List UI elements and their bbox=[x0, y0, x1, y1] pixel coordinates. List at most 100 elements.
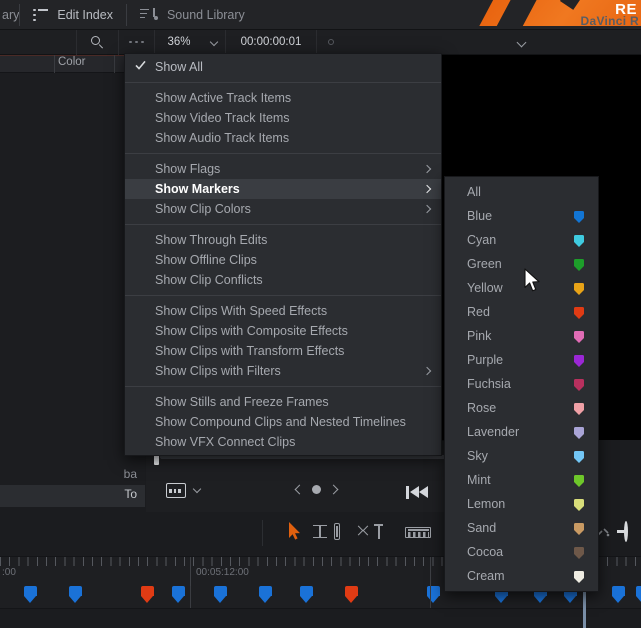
skip-to-start-icon[interactable] bbox=[406, 486, 428, 499]
timeline-marker[interactable] bbox=[24, 586, 37, 603]
submenu-item-label: Sand bbox=[467, 521, 497, 535]
menu-item-show-video-track-items[interactable]: Show Video Track Items bbox=[125, 108, 441, 128]
menu-item-show-markers[interactable]: Show Markers bbox=[125, 179, 441, 199]
timeline-track-area[interactable] bbox=[0, 608, 641, 628]
timeline-marker[interactable] bbox=[427, 586, 440, 603]
submenu-item-label: All bbox=[467, 185, 481, 199]
menu-item-show-offline-clips[interactable]: Show Offline Clips bbox=[125, 250, 441, 270]
submenu-item-label: Green bbox=[467, 257, 502, 271]
flag-tool[interactable] bbox=[617, 521, 628, 545]
brand-subtitle: DaVinci R bbox=[580, 14, 639, 28]
sound-library-icon bbox=[139, 7, 158, 22]
search-button[interactable] bbox=[77, 30, 118, 55]
column-header-color[interactable]: Color bbox=[58, 56, 85, 68]
submenu-item-yellow[interactable]: Yellow bbox=[445, 276, 598, 300]
submenu-item-sand[interactable]: Sand bbox=[445, 516, 598, 540]
edit-index-cell-2: To bbox=[124, 487, 137, 501]
timeline-marker[interactable] bbox=[214, 586, 227, 603]
menu-item-show-clip-conflicts[interactable]: Show Clip Conflicts bbox=[125, 270, 441, 290]
more-options-button[interactable] bbox=[119, 30, 154, 55]
previous-icon[interactable] bbox=[294, 484, 305, 495]
menu-item-show-flags[interactable]: Show Flags bbox=[125, 159, 441, 179]
circle-icon bbox=[328, 39, 334, 45]
submenu-item-lemon[interactable]: Lemon bbox=[445, 492, 598, 516]
marker-color-swatch-pink bbox=[574, 331, 584, 343]
checkmark-icon bbox=[135, 60, 146, 71]
submenu-item-label: Red bbox=[467, 305, 490, 319]
timeline-marker[interactable] bbox=[141, 586, 154, 603]
zoom-level-dropdown[interactable] bbox=[203, 30, 225, 55]
zoom-level-display[interactable]: 36% bbox=[155, 30, 203, 55]
more-options-icon bbox=[129, 40, 144, 44]
timecode-field[interactable]: 00:00:00:01 bbox=[226, 30, 316, 55]
chevron-down-icon bbox=[516, 37, 526, 47]
sound-library-button[interactable]: Sound Library bbox=[127, 0, 258, 29]
submenu-item-all[interactable]: All bbox=[445, 180, 598, 204]
menu-item-show-clip-colors[interactable]: Show Clip Colors bbox=[125, 199, 441, 219]
menu-item-show-clips-with-transform-effects[interactable]: Show Clips with Transform Effects bbox=[125, 341, 441, 361]
submenu-item-pink[interactable]: Pink bbox=[445, 324, 598, 348]
menu-item-label: Show Audio Track Items bbox=[155, 131, 290, 145]
record-dot-icon[interactable] bbox=[312, 485, 321, 494]
chevron-right-icon bbox=[422, 204, 432, 213]
submenu-item-mint[interactable]: Mint bbox=[445, 468, 598, 492]
menu-item-show-clips-with-composite-effects[interactable]: Show Clips with Composite Effects bbox=[125, 321, 441, 341]
submenu-item-cocoa[interactable]: Cocoa bbox=[445, 540, 598, 564]
show-markers-submenu[interactable]: All Blue Cyan Green Yellow Red Pink Purple Fuchs… bbox=[444, 176, 599, 592]
submenu-item-label: Pink bbox=[467, 329, 492, 343]
submenu-item-lavender[interactable]: Lavender bbox=[445, 420, 598, 444]
submenu-item-sky[interactable]: Sky bbox=[445, 444, 598, 468]
timeline-marker[interactable] bbox=[300, 586, 313, 603]
timeline-toolbar: 36% 00:00:00:01 bbox=[0, 29, 641, 55]
selection-tool[interactable] bbox=[288, 522, 301, 544]
timeline-marker[interactable] bbox=[612, 586, 625, 603]
chevron-down-icon[interactable] bbox=[192, 484, 202, 494]
submenu-item-purple[interactable]: Purple bbox=[445, 348, 598, 372]
menu-item-label: Show VFX Connect Clips bbox=[155, 435, 296, 449]
submenu-item-label: Rose bbox=[467, 401, 497, 415]
menu-item-label: Show Clips with Filters bbox=[155, 364, 281, 378]
edit-index-row-highlight[interactable] bbox=[0, 485, 145, 507]
ruler-timecode-label: :00 bbox=[2, 567, 16, 578]
menu-item-show-vfx-connect-clips[interactable]: Show VFX Connect Clips bbox=[125, 432, 441, 452]
menu-item-show-clips-with-speed-effects[interactable]: Show Clips With Speed Effects bbox=[125, 301, 441, 321]
menu-item-label: Show Markers bbox=[155, 182, 240, 196]
menu-item-show-all[interactable]: Show All bbox=[125, 57, 441, 77]
timeline-marker[interactable] bbox=[69, 586, 82, 603]
submenu-item-cream[interactable]: Cream bbox=[445, 564, 598, 588]
menu-item-label: Show Active Track Items bbox=[155, 91, 292, 105]
menu-item-show-through-edits[interactable]: Show Through Edits bbox=[125, 230, 441, 250]
submenu-item-fuchsia[interactable]: Fuchsia bbox=[445, 372, 598, 396]
menu-item-show-stills-and-freeze-frames[interactable]: Show Stills and Freeze Frames bbox=[125, 392, 441, 412]
timeline-indicator[interactable] bbox=[317, 30, 345, 55]
timeline-marker[interactable] bbox=[172, 586, 185, 603]
ruler-timecode-label: 00:05:12:00 bbox=[196, 567, 249, 578]
timecode-value: 00:00:00:01 bbox=[240, 36, 302, 48]
library-tab-truncated[interactable]: ary bbox=[0, 8, 19, 22]
submenu-item-label: Fuchsia bbox=[467, 377, 511, 391]
submenu-item-cyan[interactable]: Cyan bbox=[445, 228, 598, 252]
menu-item-show-audio-track-items[interactable]: Show Audio Track Items bbox=[125, 128, 441, 148]
submenu-item-green[interactable]: Green bbox=[445, 252, 598, 276]
submenu-item-blue[interactable]: Blue bbox=[445, 204, 598, 228]
timeline-marker[interactable] bbox=[259, 586, 272, 603]
timeline-playhead[interactable] bbox=[583, 592, 586, 628]
menu-item-show-active-track-items[interactable]: Show Active Track Items bbox=[125, 88, 441, 108]
marker-color-swatch-cyan bbox=[574, 235, 584, 247]
filmstrip-icon[interactable] bbox=[166, 483, 186, 498]
next-icon[interactable] bbox=[328, 484, 339, 495]
menu-item-label: Show Clip Colors bbox=[155, 202, 251, 216]
edit-index-button[interactable]: Edit Index bbox=[20, 0, 126, 29]
timeline-marker[interactable] bbox=[636, 586, 641, 603]
submenu-item-rose[interactable]: Rose bbox=[445, 396, 598, 420]
marker-color-swatch-red bbox=[574, 307, 584, 319]
viewer-controls-row bbox=[146, 477, 460, 507]
submenu-item-red[interactable]: Red bbox=[445, 300, 598, 324]
menu-item-show-clips-with-filters[interactable]: Show Clips with Filters bbox=[125, 361, 441, 381]
timeline-view-options-menu[interactable]: Show All Show Active Track Items Show Vide… bbox=[124, 53, 442, 456]
timeline-marker[interactable] bbox=[345, 586, 358, 603]
chevron-right-icon bbox=[422, 164, 432, 173]
chevron-right-icon bbox=[422, 184, 432, 193]
menu-item-show-compound-clips-and-nested-timelines[interactable]: Show Compound Clips and Nested Timelines bbox=[125, 412, 441, 432]
timeline-selector-dropdown[interactable] bbox=[491, 30, 551, 55]
